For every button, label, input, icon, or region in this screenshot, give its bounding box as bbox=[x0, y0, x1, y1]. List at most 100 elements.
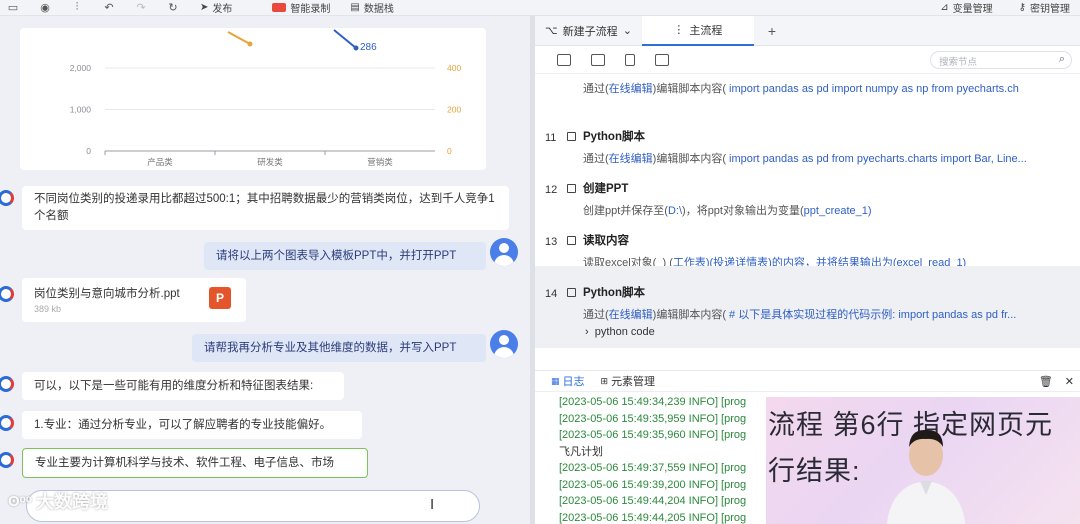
tab-log[interactable]: ▦ 日志 bbox=[551, 373, 585, 389]
bot-message: 可以，以下是一些可能有用的维度分析和特征图表结果: bbox=[22, 372, 344, 400]
flow-tabs: ⌥ 新建子流程 ⌄ ⋮ 主流程 + bbox=[535, 15, 1080, 46]
flow-step[interactable]: 11 Python脚本 通过(在线编辑)编辑脚本内容( import panda… bbox=[535, 110, 1080, 165]
user-message: 请帮我再分析专业及其他维度的数据，并写入PPT bbox=[192, 334, 486, 362]
series-point bbox=[247, 41, 253, 47]
data-label: 286 bbox=[360, 42, 377, 53]
text-cursor-icon: I bbox=[430, 496, 435, 513]
bot-avatar bbox=[0, 415, 14, 431]
y-axis-tick-label: 1,000 bbox=[70, 105, 92, 115]
element-icon: ⊞ bbox=[600, 375, 609, 386]
smart-record-button[interactable]: 智能录制 bbox=[272, 0, 330, 15]
bot-avatar bbox=[0, 190, 14, 206]
bot-message: 不同岗位类别的投递录用比都超过500:1；其中招聘数据最少的营销类岗位，达到千人… bbox=[22, 186, 509, 230]
step-title: Python脚本 bbox=[583, 131, 645, 143]
flow-icon: ⌥ bbox=[545, 25, 558, 37]
log-panel-header: ▦ 日志 ⊞ 元素管理 🗑 ✕ bbox=[535, 370, 1080, 392]
x-axis-tick-label: 研发类 bbox=[257, 157, 283, 168]
search-icon[interactable]: ⌕ bbox=[1059, 53, 1065, 66]
ppt-file-icon: P bbox=[209, 287, 231, 309]
video-overlay: 流程 第6行 指定网页元 行结果: bbox=[766, 397, 1080, 524]
redo-icon[interactable]: ↷ bbox=[134, 2, 148, 14]
bot-avatar bbox=[0, 452, 14, 468]
publish-button[interactable]: ➤ 发布 bbox=[200, 0, 232, 15]
series-point bbox=[353, 45, 359, 51]
step-number: 14 bbox=[545, 288, 558, 300]
presenter-image bbox=[886, 429, 966, 524]
log-line: [2023-05-06 15:49:39,200 INFO] [prog bbox=[559, 478, 747, 491]
save-icon[interactable]: ▭ bbox=[6, 2, 20, 14]
group-icon[interactable] bbox=[625, 53, 635, 66]
video-caption: 行结果: bbox=[768, 456, 861, 486]
add-tab-button[interactable]: + bbox=[768, 23, 776, 39]
step-description: 通过(在线编辑)编辑脚本内容( # 以下是具体实现过程的代码示例: import… bbox=[583, 309, 1017, 321]
database-icon: ▤ bbox=[350, 2, 360, 13]
flow-step[interactable]: 13 读取内容 读取excel对象(_) (工作表)(投递详情表)的内容，并将结… bbox=[535, 214, 1080, 269]
trash-icon[interactable]: 🗑 bbox=[1039, 375, 1053, 388]
user-avatar bbox=[490, 238, 518, 266]
bot-avatar bbox=[0, 376, 14, 392]
bot-avatar bbox=[0, 286, 14, 302]
tab-sub-flow[interactable]: ⌥ 新建子流程 ⌄ bbox=[535, 16, 642, 46]
variable-manage-button[interactable]: ⊿ 变量管理 bbox=[940, 0, 992, 15]
ppt-file-card[interactable]: 岗位类别与意向城市分析.ppt 389 kb P bbox=[22, 278, 246, 322]
y2-axis-tick-label: 200 bbox=[447, 105, 461, 115]
flow-step-selected[interactable]: 14 Python脚本 通过(在线编辑)编辑脚本内容( # 以下是具体实现过程的… bbox=[535, 266, 1080, 348]
x-axis-tick-label: 营销类 bbox=[367, 157, 393, 168]
file-size: 389 kb bbox=[34, 304, 62, 314]
flow-icon: ⋮ bbox=[673, 24, 685, 36]
log-icon: ▦ bbox=[551, 375, 560, 386]
step-number: 13 bbox=[545, 236, 558, 248]
combo-chart: 0 1,000 2,000 0 200 400 产品类 研发类 营销类 286 bbox=[70, 29, 461, 168]
refresh-icon[interactable]: ↻ bbox=[166, 2, 180, 14]
run-icon[interactable]: ◉ bbox=[38, 2, 52, 14]
tab-elements[interactable]: ⊞ 元素管理 bbox=[601, 373, 656, 389]
log-line: [2023-05-06 15:49:35,960 INFO] [prog bbox=[559, 429, 747, 441]
step-number: 11 bbox=[545, 132, 557, 144]
x-axis-tick-label: 产品类 bbox=[147, 157, 173, 168]
log-line: [2023-05-06 15:49:44,205 INFO] [prog bbox=[559, 511, 747, 524]
tab-main-flow[interactable]: ⋮ 主流程 bbox=[641, 15, 754, 46]
close-icon[interactable]: ✕ bbox=[1065, 375, 1074, 388]
data-stack-button[interactable]: ▤ 数据栈 bbox=[350, 0, 393, 15]
bot-message: 1.专业：通过分析专业，可以了解应聘者的专业技能偏好。 bbox=[22, 411, 362, 439]
series-line-segment bbox=[333, 29, 357, 49]
key-manage-button[interactable]: ⚷ 密钥管理 bbox=[1019, 0, 1070, 15]
step-title: 读取内容 bbox=[583, 235, 629, 247]
log-line: 飞凡计划 bbox=[559, 445, 603, 458]
send-icon: ➤ bbox=[200, 2, 209, 13]
step-title: Python脚本 bbox=[583, 287, 645, 299]
copy-icon[interactable] bbox=[557, 53, 571, 66]
script-icon bbox=[567, 288, 576, 297]
plus-box-icon bbox=[567, 184, 576, 193]
log-line: [2023-05-06 15:49:35,959 INFO] [prog bbox=[559, 412, 747, 425]
chevron-right-icon: › bbox=[585, 326, 589, 338]
flow-step[interactable]: 通过(在线编辑)编辑脚本内容( import pandas as pd impo… bbox=[535, 74, 1080, 110]
flow-step[interactable]: 12 创建PPT 创建ppt并保存至(D:\)，将ppt对象输出为变量(ppt_… bbox=[535, 162, 1080, 217]
link-icon[interactable] bbox=[655, 53, 669, 66]
log-line: [2023-05-06 15:49:37,559 INFO] [prog bbox=[559, 462, 747, 474]
chevron-down-icon[interactable]: ⌄ bbox=[623, 24, 632, 37]
series-line-segment bbox=[227, 31, 251, 45]
script-icon bbox=[567, 132, 576, 141]
code-toggle[interactable]: › python code bbox=[585, 326, 655, 338]
watermark: ʘᵒᵒ 大数跨境 bbox=[8, 492, 108, 512]
search-input[interactable]: 搜索节点 ⌕ bbox=[930, 51, 1072, 69]
log-line: [2023-05-06 15:49:44,204 INFO] [prog bbox=[559, 495, 747, 507]
duplicate-icon[interactable] bbox=[591, 53, 605, 66]
step-number: 12 bbox=[545, 184, 558, 196]
flow-steps: 通过(在线编辑)编辑脚本内容( import pandas as pd impo… bbox=[535, 74, 1080, 370]
chart-card: 0 1,000 2,000 0 200 400 产品类 研发类 营销类 286 bbox=[20, 28, 486, 170]
watermark-logo-icon: ʘᵒᵒ bbox=[8, 492, 32, 510]
y-axis-tick-label: 2,000 bbox=[70, 63, 92, 73]
key-icon: ⚷ bbox=[1018, 2, 1026, 13]
undo-icon[interactable]: ↶ bbox=[102, 2, 116, 14]
y-axis-tick-label: 0 bbox=[86, 146, 91, 156]
chat-panel: 0 1,000 2,000 0 200 400 产品类 研发类 营销类 286 不同岗位类别的投递… bbox=[0, 16, 530, 524]
record-icon bbox=[272, 3, 287, 12]
bot-message: 专业主要为计算机科学与技术、软件工程、电子信息、市场 bbox=[22, 448, 368, 478]
user-message: 请将以上两个图表导入模板PPT中，并打开PPT bbox=[204, 242, 486, 270]
log-output: [2023-05-06 15:49:34,239 INFO] [prog [20… bbox=[559, 394, 769, 524]
y2-axis-tick-label: 400 bbox=[447, 63, 461, 73]
flow-subtoolbar: 搜索节点 ⌕ bbox=[535, 46, 1080, 74]
settings-icon[interactable]: ⫶ bbox=[70, 1, 84, 14]
